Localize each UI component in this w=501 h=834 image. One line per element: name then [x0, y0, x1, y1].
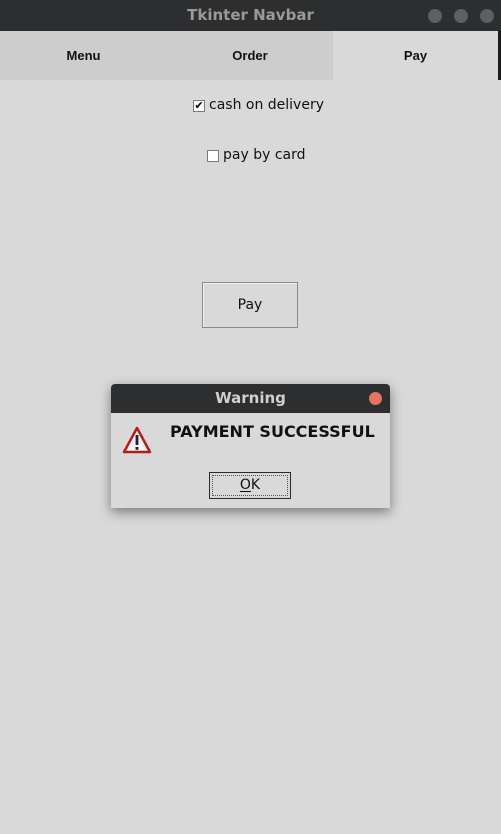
warning-dialog: Warning PAYMENT SUCCESSFUL OK — [111, 384, 390, 508]
tab-pay[interactable]: Pay — [333, 31, 498, 80]
checkmark-icon: ✔ — [194, 99, 204, 112]
pay-by-card-label: pay by card — [223, 147, 306, 163]
cash-on-delivery-label: cash on delivery — [209, 97, 325, 113]
dialog-title: Warning — [215, 389, 286, 407]
cash-on-delivery-checkbox[interactable]: ✔ — [193, 99, 205, 112]
title-bar: Tkinter Navbar — [0, 0, 501, 31]
focus-ring — [212, 475, 288, 496]
pay-button[interactable]: Pay — [202, 282, 298, 328]
window-title: Tkinter Navbar — [187, 6, 314, 24]
dialog-message: PAYMENT SUCCESSFUL — [170, 422, 375, 441]
dialog-title-bar: Warning — [111, 384, 390, 413]
window-close-button[interactable] — [480, 9, 494, 23]
warning-icon — [122, 426, 152, 454]
dialog-close-button[interactable] — [369, 392, 382, 405]
tab-order[interactable]: Order — [167, 31, 333, 80]
app-window: Tkinter Navbar Menu Order Pay ✔ cash on … — [0, 0, 501, 834]
pay-by-card-checkbox[interactable] — [207, 150, 219, 162]
maximize-button[interactable] — [454, 9, 468, 23]
ok-button[interactable]: OK — [209, 472, 291, 499]
navbar: Menu Order Pay — [0, 31, 501, 80]
tab-menu[interactable]: Menu — [0, 31, 167, 80]
minimize-button[interactable] — [428, 9, 442, 23]
